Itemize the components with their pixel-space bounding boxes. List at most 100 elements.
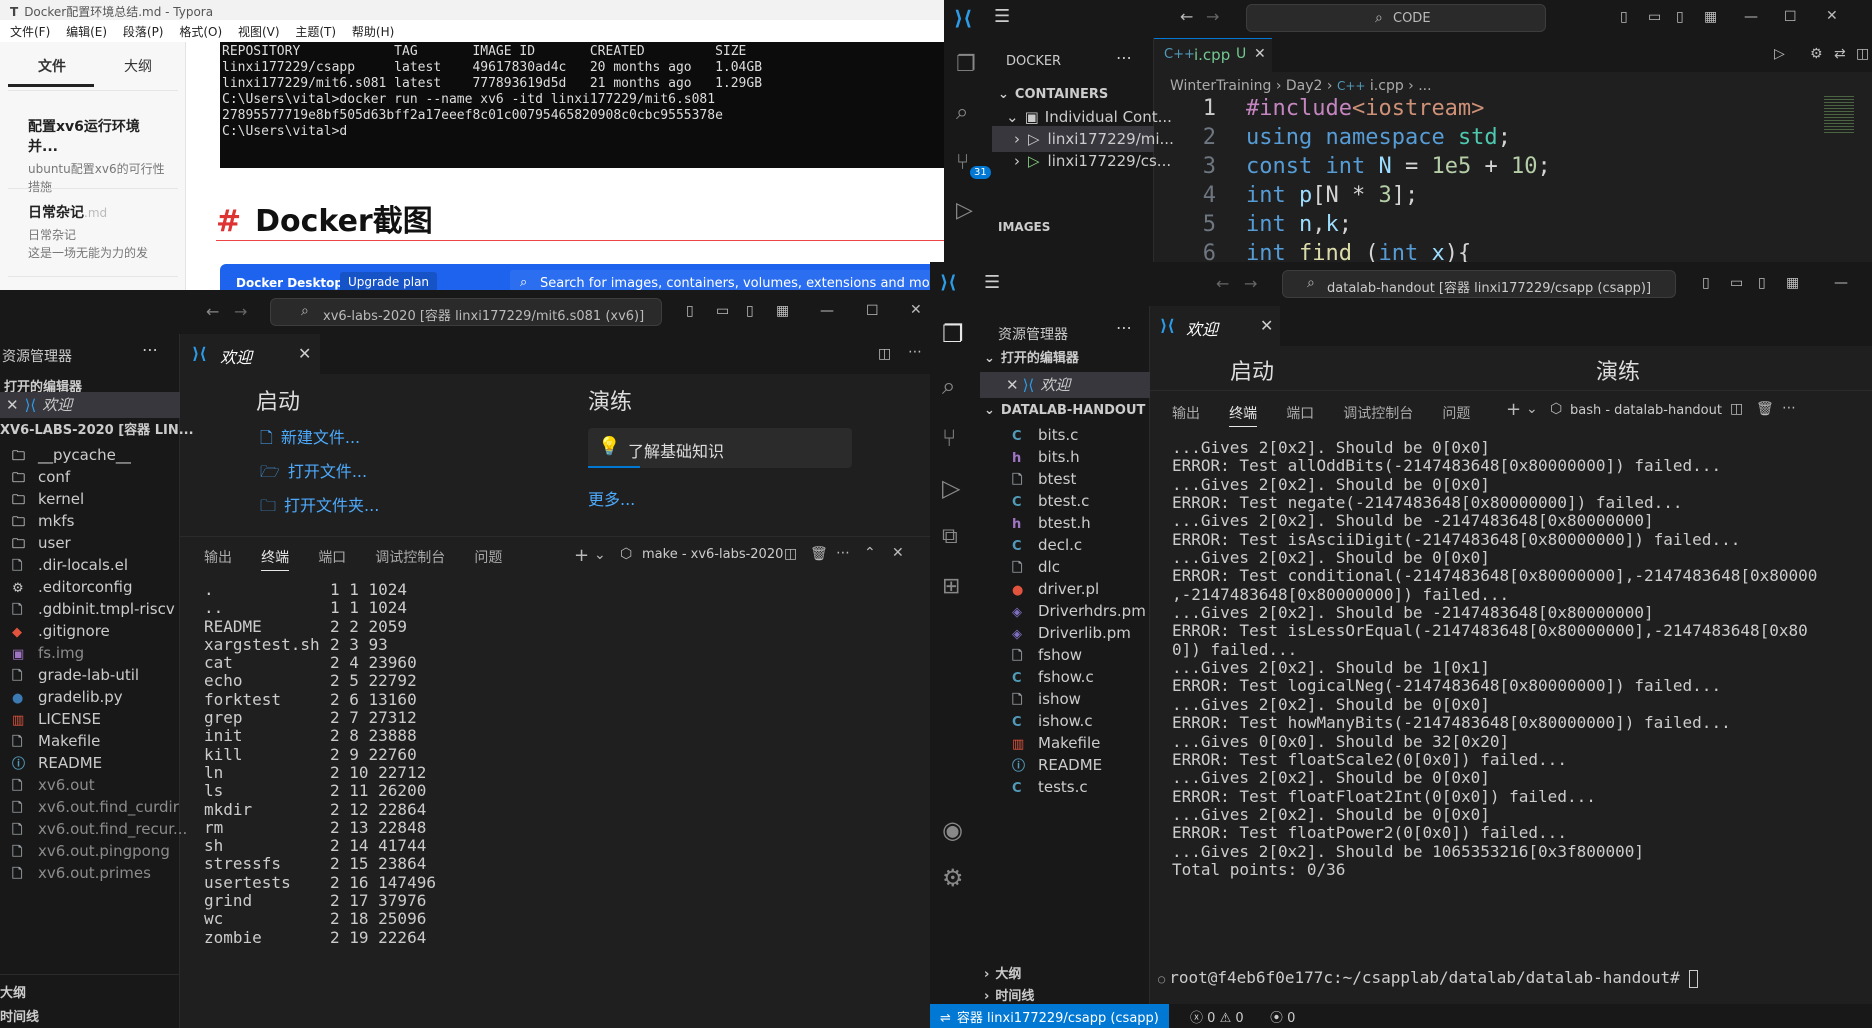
toggle-panel-icon[interactable]: ▭ [1648, 9, 1661, 25]
back-arrow-icon[interactable]: ← [206, 302, 219, 321]
file-tree-item[interactable]: Ctests.c [980, 776, 1150, 798]
close-icon[interactable]: ✕ [1826, 8, 1838, 24]
outline-section[interactable]: 大纲 [0, 982, 26, 1001]
file-tree-item[interactable]: h bits.h [980, 446, 1150, 468]
terminal-output[interactable]: .1 1 1024.. 1 1 1024 README 2 2 2059 xargste… [204, 580, 924, 947]
remote-explorer-icon[interactable]: ⧉ [942, 524, 958, 549]
maximize-icon[interactable]: ☐ [1784, 9, 1797, 25]
trash-icon[interactable]: 🗑 [810, 546, 828, 562]
code-editor[interactable]: 1 #include<iostream> 2 using namespace std;… [1170, 94, 1870, 270]
breadcrumb-item[interactable]: WinterTraining [1170, 78, 1271, 94]
layout-icon[interactable]: ▦ [776, 303, 789, 319]
root-folder[interactable]: XV6-LABS-2020 [容器 LIN... [0, 418, 194, 444]
file-tree-item[interactable]: Cfshow.c [980, 666, 1150, 688]
command-center[interactable]: ⌕ datalab-handout [容器 linxi177229/csapp … [1282, 270, 1676, 298]
back-arrow-icon[interactable]: ← [1216, 274, 1229, 293]
file-tree-item[interactable]: Cishow.c [980, 710, 1150, 732]
file-tree-item[interactable]: Cbtest.c [980, 490, 1150, 512]
file-tree-item[interactable]: Cbits.c [980, 424, 1150, 446]
file-tree-item[interactable]: ▣ fs.img [0, 642, 180, 664]
code-line[interactable]: 3 const int N = 1e5 + 10; [1170, 152, 1870, 181]
panel-tab-terminal[interactable]: 终端 [1229, 406, 1258, 427]
menu-file[interactable]: 文件(F) [10, 25, 50, 39]
menu-theme[interactable]: 主题(T) [295, 25, 336, 39]
open-editors-section[interactable]: ⌄ 打开的编辑器 [980, 346, 1150, 372]
menu-hamburger-icon[interactable]: ☰ [994, 6, 1010, 27]
open-folder-link[interactable]: 🗀 打开文件夹... [260, 492, 379, 522]
menu-paragraph[interactable]: 段落(P) [123, 25, 164, 39]
tab-files[interactable]: 文件 [38, 56, 66, 76]
panel-tab-problems[interactable]: 问题 [1442, 406, 1470, 422]
panel-tab-output[interactable]: 输出 [1172, 406, 1200, 422]
code-line[interactable]: 1 #include<iostream> [1170, 94, 1870, 123]
images-section[interactable]: IMAGES [998, 214, 1050, 240]
file-tree-item[interactable]: ▥ LICENSE [0, 708, 180, 730]
layout-icon[interactable]: ▦ [1704, 9, 1717, 25]
panel-tab-terminal[interactable]: 终端 [261, 550, 290, 571]
walkthrough-card[interactable]: 💡 了解基础知识 [588, 428, 852, 468]
layout-icon[interactable]: ▦ [1786, 275, 1799, 291]
menu-edit[interactable]: 编辑(E) [66, 25, 107, 39]
panel-tab-debug-console[interactable]: 调试控制台 [375, 550, 445, 566]
maximize-panel-icon[interactable]: ⌃ [864, 545, 876, 561]
close-icon[interactable]: ✕ [910, 302, 922, 318]
minimize-icon[interactable]: — [1744, 9, 1758, 25]
file-tree-item[interactable]: 🗋 grade-lab-util [0, 664, 180, 686]
file-tree-item[interactable]: 🗀 user [0, 532, 180, 554]
new-file-link[interactable]: 🗋 新建文件... [260, 424, 360, 454]
panel-tab-ports[interactable]: 端口 [1286, 406, 1314, 422]
split-editor-icon[interactable]: ◫ [1856, 46, 1869, 62]
chevron-down-icon[interactable]: ⌄ [1526, 401, 1538, 417]
open-editor-item[interactable]: ✕ ⟩⟨ 欢迎 [0, 392, 180, 418]
add-terminal-icon[interactable]: + [574, 545, 589, 566]
file-tree-item[interactable]: h btest.h [980, 512, 1150, 534]
code-line[interactable]: 2 using namespace std; [1170, 123, 1870, 152]
file-tree-item[interactable]: ● gradelib.py [0, 686, 180, 708]
forward-arrow-icon[interactable]: → [1206, 7, 1219, 26]
add-terminal-icon[interactable]: + [1506, 399, 1521, 420]
upgrade-plan-button[interactable]: Upgrade plan [340, 272, 438, 292]
toggle-sidebar-icon[interactable]: ▯ [1620, 9, 1628, 25]
toggle-panel-icon[interactable]: ▭ [716, 303, 729, 319]
run-debug-icon[interactable]: ▷ [956, 198, 973, 223]
file-tree-item[interactable]: ● driver.pl [980, 578, 1150, 600]
file-tree-item[interactable]: 🗋 xv6.out [0, 774, 180, 796]
split-terminal-icon[interactable]: ◫ [1730, 401, 1743, 417]
panel-tab-ports[interactable]: 端口 [318, 550, 346, 566]
more-actions-icon[interactable]: ⋯ [142, 340, 158, 359]
file-tree-item[interactable]: ◆ .gitignore [0, 620, 180, 642]
toggle-sidebar-icon[interactable]: ▯ [686, 303, 694, 319]
minimize-icon[interactable]: — [1834, 275, 1848, 291]
file-tree-item[interactable]: 🗋 btest [980, 468, 1150, 490]
menu-format[interactable]: 格式(O) [179, 25, 222, 39]
more-actions-icon[interactable]: ⋯ [1782, 400, 1796, 416]
file-tree-item[interactable]: 🗋 xv6.out.find_recur... [0, 818, 187, 840]
trash-icon[interactable]: 🗑 [1756, 401, 1774, 417]
more-link[interactable]: 更多... [588, 486, 635, 510]
file-tree-item[interactable]: ▥ Makefile [980, 732, 1150, 754]
file-tree-item[interactable]: Cdecl.c [980, 534, 1150, 556]
forward-arrow-icon[interactable]: → [234, 302, 247, 321]
problems-indicator[interactable]: ⓧ 0 ⚠ 0 [1190, 1007, 1244, 1026]
tab-welcome[interactable]: ⟩⟨ 欢迎 ✕ [1150, 306, 1280, 346]
file-tree-item[interactable]: 🗋 xv6.out.primes [0, 862, 180, 884]
file-tree-item[interactable]: ⚙ .editorconfig [0, 576, 180, 598]
extensions-icon[interactable]: ⊞ [942, 574, 960, 599]
close-icon[interactable]: ✕ [6, 396, 19, 414]
menu-hamburger-icon[interactable]: ☰ [984, 272, 1000, 293]
open-editor-item[interactable]: ✕ ⟩⟨ 欢迎 [980, 372, 1150, 398]
maximize-icon[interactable]: ☐ [866, 303, 879, 319]
tab-i-cpp[interactable]: C++ i.cpp U ✕ [1154, 38, 1272, 72]
doc-item-notes[interactable]: 日常杂记.md 日常杂记 这是一场无能为力的发 [28, 202, 168, 262]
tab-welcome[interactable]: ⟩⟨ 欢迎 ✕ [180, 334, 320, 374]
terminal-prompt[interactable]: ○ root@f4eb6f0e177c:~/csapplab/datalab/da… [1158, 967, 1699, 990]
code-line[interactable]: 5 int n,k; [1170, 210, 1870, 239]
source-control-icon[interactable]: ⑂ [942, 424, 956, 452]
close-icon[interactable]: ✕ [1260, 316, 1273, 335]
panel-tab-problems[interactable]: 问题 [474, 550, 502, 566]
doc-item-xv6[interactable]: 配置xv6运行环境并... ubuntu配置xv6的可行性措施 [28, 116, 168, 196]
breadcrumb-item[interactable]: i.cpp [1370, 78, 1404, 94]
search-icon[interactable]: ⌕ [956, 100, 968, 125]
minimize-icon[interactable]: — [820, 303, 834, 319]
back-arrow-icon[interactable]: ← [1180, 7, 1193, 26]
